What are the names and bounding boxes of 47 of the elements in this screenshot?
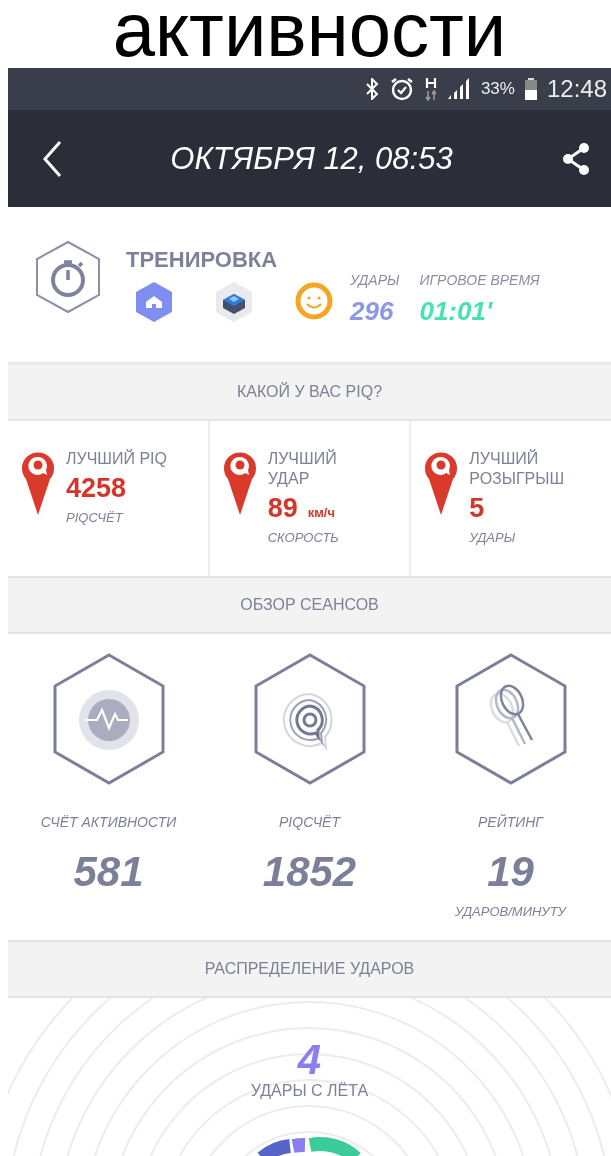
location-pin-icon (22, 449, 54, 515)
battery-icon (524, 78, 537, 100)
unit-label: км/ч (307, 505, 335, 520)
stat-label: УДАРЫ (350, 272, 400, 288)
pulse-icon (51, 652, 166, 786)
bluetooth-icon (364, 78, 379, 100)
clock-time: 12:48 (546, 75, 607, 103)
stat-label: ИГРОВОЕ ВРЕМЯ (419, 272, 540, 288)
best-value: 89 (267, 493, 298, 524)
house-badge-icon (134, 280, 174, 323)
distribution-label: УДАРЫ С ЛЁТА (250, 1082, 369, 1100)
caption-text: активности (111, 0, 507, 68)
best-value: 5 (469, 493, 485, 524)
best-label: ЛУЧШИЙ РОЗЫГРЫШ (469, 449, 566, 489)
signal-icon (446, 78, 471, 100)
stopwatch-icon (34, 239, 102, 314)
workout-title: ТРЕНИРОВКА (126, 246, 279, 273)
section-header: РАСПРЕДЕЛЕНИЕ УДАРОВ (8, 942, 611, 998)
overview-label: СЧЁТ АКТИВНОСТИ (40, 814, 177, 830)
overview-label: РЕЙТИНГ (478, 814, 543, 830)
battery-percent: 33% (480, 79, 515, 99)
overview-value: 581 (73, 848, 144, 896)
best-value: 4258 (66, 473, 127, 504)
back-icon (42, 139, 62, 178)
layers-badge-icon (214, 280, 254, 323)
best-caption: УДАРЫ (469, 530, 517, 545)
stat-value: 296 (350, 296, 395, 327)
smiley-badge-icon (294, 280, 334, 321)
best-label: ЛУЧШИЙ PIQ (66, 449, 168, 469)
location-pin-icon (425, 449, 458, 515)
location-pin-icon (223, 449, 256, 515)
section-header: ОБЗОР СЕАНСОВ (8, 578, 611, 634)
screen-title: ОКТЯБРЯ 12, 08:53 (170, 140, 453, 177)
network-type-icon (424, 77, 437, 101)
distribution-value: 4 (297, 1038, 322, 1082)
stat-value: 01:01' (419, 296, 494, 327)
share-icon (561, 141, 591, 176)
overview-label: PIQСЧЁТ (279, 814, 340, 830)
overview-value: 19 (487, 848, 534, 896)
best-label: ЛУЧШИЙ УДАР (267, 449, 338, 489)
overview-value: 1852 (262, 848, 357, 896)
rackets-icon (453, 652, 568, 786)
overview-unit: УДАРОВ/МИНУТУ (455, 904, 566, 919)
best-caption: СКОРОСТЬ (267, 530, 340, 545)
section-header: КАКОЙ У ВАС PIQ? (8, 365, 611, 421)
speech-rings-icon (252, 652, 367, 786)
best-caption: PIQСЧЁТ (66, 510, 125, 525)
